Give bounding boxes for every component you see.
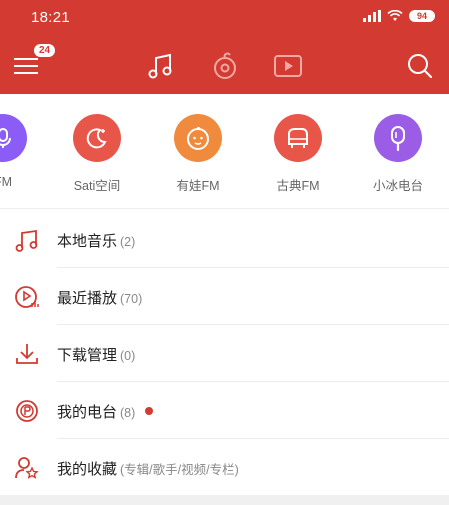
hamburger-icon (14, 58, 38, 74)
status-icons: 94 (362, 10, 435, 22)
piano-icon (288, 128, 308, 148)
section-divider (0, 208, 449, 209)
radio-item-fm[interactable]: FM (0, 114, 43, 189)
radio-label: FM (0, 175, 13, 189)
local-music-label: 本地音乐 (57, 233, 118, 250)
radio-xiaobing-circle (374, 114, 422, 162)
radio-item-sati[interactable]: Sati空间 (57, 114, 137, 194)
my-radio-label: 我的电台 (57, 404, 118, 421)
status-bar: 18:21 94 (0, 0, 449, 36)
new-indicator-dot (145, 407, 154, 415)
battery-indicator: 94 (408, 10, 435, 22)
list-item-label: 下载管理 (0) (57, 344, 135, 365)
radio-label: Sati空间 (73, 179, 121, 193)
search-icon (408, 54, 433, 79)
download-icon (16, 344, 38, 364)
radio-icon (16, 400, 38, 422)
radio-item-classical[interactable]: 古典FM (258, 114, 338, 194)
list-item-download[interactable]: 下载管理 (0) (0, 325, 449, 382)
list-item-label: 最近播放 (70) (57, 287, 142, 308)
baby-face-icon (187, 126, 209, 150)
local-music-count: (2) (120, 235, 136, 249)
recent-play-icon (15, 286, 39, 308)
list-item-label: 本地音乐 (2) (57, 230, 135, 251)
radio-row: FM Sati空间 有娃FM (0, 94, 449, 204)
my-favorites-count: (专辑/歌手/视频/专栏) (120, 463, 239, 477)
list-item-recent-play[interactable]: 最近播放 (70) (0, 268, 449, 325)
list-item-my-radio[interactable]: 我的电台 (8) (0, 382, 449, 439)
my-radio-count: (8) (120, 406, 136, 420)
top-toolbar: 24 (0, 36, 449, 94)
moon-icon (86, 128, 107, 149)
list-item-my-favorites[interactable]: 我的收藏 (专辑/歌手/视频/专栏) (0, 439, 449, 496)
music-note-icon (15, 229, 38, 252)
tab-netease[interactable] (208, 49, 242, 83)
radio-classical-circle (274, 114, 322, 162)
radio-label: 古典FM (276, 179, 320, 193)
netease-disc-icon (214, 52, 236, 79)
radio-sati-circle (73, 114, 121, 162)
music-note-icon (148, 53, 172, 79)
radio-youwa-circle (174, 114, 222, 162)
status-time: 18:21 (31, 9, 71, 26)
recent-play-label: 最近播放 (57, 290, 118, 307)
signal-icon (362, 10, 381, 22)
popsicle-icon (391, 126, 405, 152)
main-content: FM Sati空间 有娃FM (0, 94, 449, 505)
tab-video[interactable] (271, 49, 305, 83)
list-item-label: 我的电台 (8) (57, 401, 154, 422)
radio-item-youwa[interactable]: 有娃FM (158, 114, 238, 194)
download-count: (0) (120, 349, 136, 363)
recent-play-count: (70) (120, 292, 143, 306)
search-button[interactable] (405, 51, 435, 81)
radio-item-xiaobing[interactable]: 小冰电台 (358, 114, 438, 194)
radio-label: 小冰电台 (372, 179, 423, 193)
notification-badge: 24 (34, 44, 56, 57)
wifi-icon (387, 10, 403, 21)
radio-label: 有娃FM (176, 179, 220, 193)
mic-icon (0, 128, 11, 148)
list-item-label: 我的收藏 (专辑/歌手/视频/专栏) (57, 458, 239, 479)
favorite-user-icon (15, 457, 39, 479)
tab-music[interactable] (144, 49, 178, 83)
bottom-strip (0, 495, 449, 505)
menu-button[interactable]: 24 (14, 44, 56, 86)
my-favorites-label: 我的收藏 (57, 461, 118, 478)
video-play-icon (274, 55, 302, 77)
download-label: 下载管理 (57, 347, 118, 364)
list-item-local-music[interactable]: 本地音乐 (2) (0, 211, 449, 268)
radio-fm-circle (0, 114, 27, 162)
